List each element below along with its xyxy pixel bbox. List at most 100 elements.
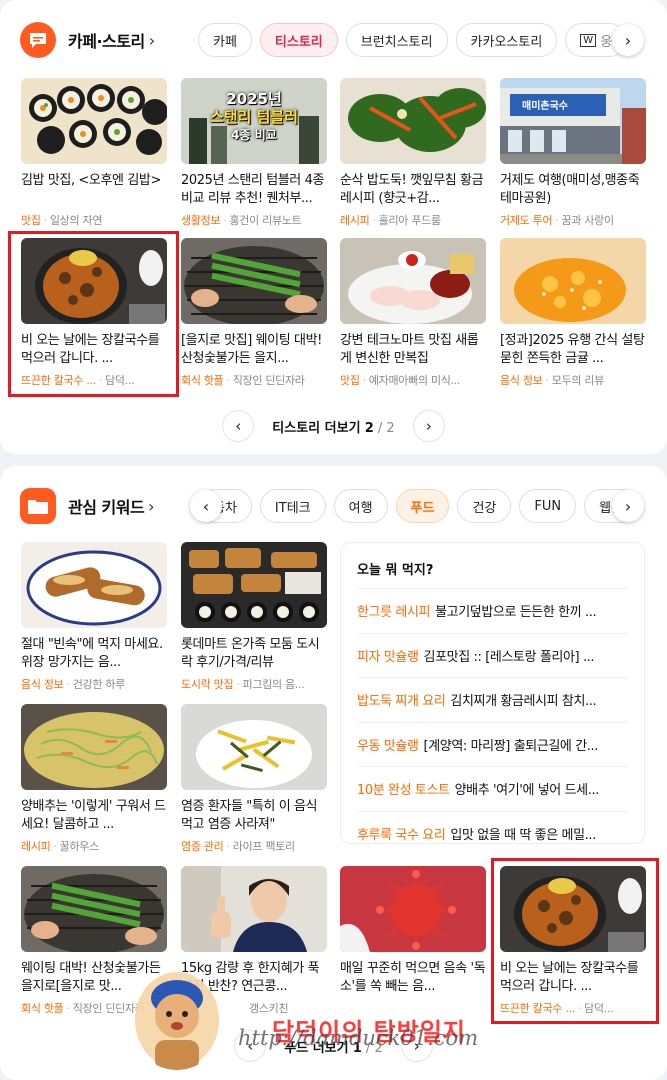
tab-health[interactable]: 건강 [457,489,512,523]
item-source: 모두의 리뷰 [551,374,605,387]
item-category: 도시락 맛집 [181,678,234,691]
chevron-left-icon: ‹ [235,417,242,435]
item-category: 레시피 [340,214,370,227]
story-item[interactable]: 강변 테크노마트 맛집 새롭게 변신한 만복집 맛집 · 예자매아빠의 미식... [340,238,486,388]
item-meta: 염증 관리 · 라이프 팩토리 [181,840,295,853]
chips-next-button[interactable]: › [612,24,644,56]
speech-bubble-icon [20,22,56,58]
page-separator: / [377,420,383,436]
keyword-item[interactable]: 매일 꾸준히 먹으면 음속 '독소'를 쏙 빼는 음... [340,866,486,996]
item-source: 라이프 팩토리 [232,840,295,853]
thumbnail-restaurant: 매미촌국수 [500,78,646,164]
keyword-chips: 동차 IT테크 여행 푸드 건강 FUN 웹툰 [208,488,667,524]
highlight-box [8,231,179,397]
watermark-mascot [133,970,221,1070]
row-tag: 한그릇 레시피 [357,605,431,621]
row-text: 불고기덮밥으로 든든한 한끼 ... [435,605,597,621]
panel-row[interactable]: 피자 맛슐랭 김포맛집 :: [레스토랑 폴리아] ... [357,632,628,678]
item-category: 회식 핫플 [181,374,224,387]
thumb-text: 4종 비교 [231,128,277,142]
item-meta: 거제도 투어 · 꿈과 사랑이 [500,214,614,227]
tab-tistory[interactable]: 티스토리 [259,23,338,57]
tab-travel[interactable]: 여행 [333,489,388,523]
thumbnail-tumbler: 2025년 스탠리 텀블러 4종 비교 [181,78,327,164]
item-title: 강변 테크노마트 맛집 새롭게 변신한 만복집 [340,333,479,366]
thumbnail-cabbage-pancake [21,704,167,790]
row-tag: 우동 맛슐랭 [357,738,419,754]
what-to-eat-panel: 오늘 뭐 먹지? 한그릇 레시피 불고기덮밥으로 든든한 한끼 ... 피자 맛슐… [340,542,645,844]
folder-icon [20,488,56,524]
story-item[interactable]: 순삭 밥도둑! 깻잎무침 황금레시피 (향긋+감... 레시피 · 홀리아 푸드룸 [340,78,486,228]
thumbnail-person-thumbsup [181,866,327,952]
item-title: 염증 환자들 "특히 이 음식먹고 염증 사라져" [181,799,318,832]
panel-row[interactable]: 한그릇 레시피 불고기덮밥으로 든든한 한끼 ... [357,588,628,633]
cafe-story-header[interactable]: 카페·스토리 › [20,20,155,60]
item-title: 거제도 여행(매미성,맹종죽테마공원) [500,173,640,206]
item-title: 롯데마트 온가족 모둠 도시락 후기/가격/리뷰 [181,637,320,670]
chips-prev-button[interactable]: ‹ [190,490,222,522]
watermark-url: http://damduck01.com [238,1026,479,1050]
next-page-button[interactable]: › [412,410,445,442]
story-item[interactable]: [정과]2025 유행 간식 설탕 묻힌 쫀득한 금귤 ... 음식 정보 · 모두… [500,238,646,388]
story-item[interactable]: 김밥 맛집, <오후엔 김밥> 맛집 · 일상의 자연 [21,78,167,228]
item-meta: 맛집 · 일상의 자연 [21,214,103,227]
thumbnail-virus [340,866,486,952]
item-category: 거제도 투어 [500,214,553,227]
keyword-item[interactable]: 염증 환자들 "특히 이 음식먹고 염증 사라져" 염증 관리 · 라이프 팩토리 [181,704,327,854]
panel-row[interactable]: 우동 맛슐랭 [계양역: 마리짱] 출퇴근길에 간... [357,721,628,767]
more-link[interactable]: 티스토리 더보기 2 / 2 [272,417,394,436]
thumb-sign-text: 매미촌국수 [522,101,568,112]
panel-row[interactable]: 10분 완성 토스트 양배추 '여기'에 넣어 드세... [357,766,628,811]
item-title: 양배추는 '이렇게' 구워서 드세요! 달콤하고 ... [21,799,166,832]
panel-row[interactable]: 후루룩 국수 요리 입맛 없을 때 딱 좋은 메밀... [357,810,628,856]
thumbnail-grill-2 [21,866,167,952]
chips-next-button[interactable]: › [612,490,644,522]
item-title: [을지로 맛집] 웨이팅 대박! 산청숯불가든 을지... [181,333,322,366]
item-meta: 음식 정보 · 건강한 하루 [21,678,125,691]
item-category: 음식 정보 [500,374,543,387]
item-title: 절대 "빈속"에 먹지 마세요. 위장 망가지는 음... [21,637,163,670]
keyword-section: 관심 키워드 › 동차 IT테크 여행 푸드 건강 FUN 웹툰 ‹ › 절대 … [0,466,667,1080]
tab-kakao-story[interactable]: 카카오스토리 [455,23,558,57]
keyword-header[interactable]: 관심 키워드 › [20,486,155,526]
page-current: 2 [364,420,374,436]
story-item[interactable]: 매미촌국수 거제도 여행(매미성,맹종죽테마공원) 거제도 투어 · 꿈과 사랑이 [500,78,646,228]
item-meta: 음식 정보 · 모두의 리뷰 [500,374,605,387]
tab-fun[interactable]: FUN [519,489,577,523]
item-category: 맛집 [21,214,41,227]
item-meta: 레시피 · 홀리아 푸드룸 [340,214,441,227]
thumbnail-kimbap [21,78,167,164]
tab-it-tech[interactable]: IT테크 [259,489,326,523]
row-text: 김치찌개 황금레시피 참치... [450,694,597,710]
thumbnail-pickled-radish [181,704,327,790]
row-text: 입맛 없을 때 딱 좋은 메밀... [450,827,596,843]
more-label: 티스토리 더보기 [272,420,361,436]
tab-brunch-story[interactable]: 브런치스토리 [345,23,448,57]
keyword-item[interactable]: 절대 "빈속"에 먹지 마세요. 위장 망가지는 음... 음식 정보 · 건강한 … [21,542,167,692]
story-item[interactable]: [을지로 맛집] 웨이팅 대박! 산청숯불가든 을지... 회식 핫플 · 직장인 … [181,238,327,388]
item-meta: 생활정보 · 홍건이 리뷰노트 [181,214,302,227]
tab-cafe[interactable]: 카페 [198,23,252,57]
keyword-item[interactable]: 롯데마트 온가족 모둠 도시락 후기/가격/리뷰 도시락 맛집 · 피그킴의 음..… [181,542,327,692]
thumb-text: 2025년 [226,90,282,108]
panel-row[interactable]: 밥도둑 찌개 요리 김치찌개 황금레시피 참치... [357,677,628,722]
item-category: 맛집 [340,374,360,387]
tab-food[interactable]: 푸드 [395,489,450,523]
row-tag: 10분 완성 토스트 [357,783,450,799]
story-item[interactable]: 2025년 스탠리 텀블러 4종 비교 2025년 스탠리 텀블러 4종 비교 … [181,78,327,228]
item-category: 회식 핫플 [21,1002,64,1015]
keyword-item[interactable]: 양배추는 '이렇게' 구워서 드세요! 달콤하고 ... 레시피 · 꿀하우스 [21,704,167,854]
item-meta: 레시피 · 꿀하우스 [21,840,100,853]
item-category: 염증 관리 [181,840,224,853]
chevron-right-icon: › [624,30,632,50]
thumbnail-candied-kumquat [500,238,646,324]
item-category: 레시피 [21,840,51,853]
cafe-story-section: 카페·스토리 › 카페 티스토리 브런치스토리 카카오스토리 W웅 › 김밥 맛… [0,0,667,454]
chevron-right-icon: › [148,30,156,50]
item-meta: 도시락 맛집 · 피그킴의 음... [181,678,305,691]
prev-page-button[interactable]: ‹ [222,410,255,442]
item-source: 꿀하우스 [59,840,100,853]
item-title: 김밥 맛집, <오후엔 김밥> [21,173,161,188]
chevron-right-icon: › [148,496,155,516]
w-logo-icon: W [580,33,597,47]
